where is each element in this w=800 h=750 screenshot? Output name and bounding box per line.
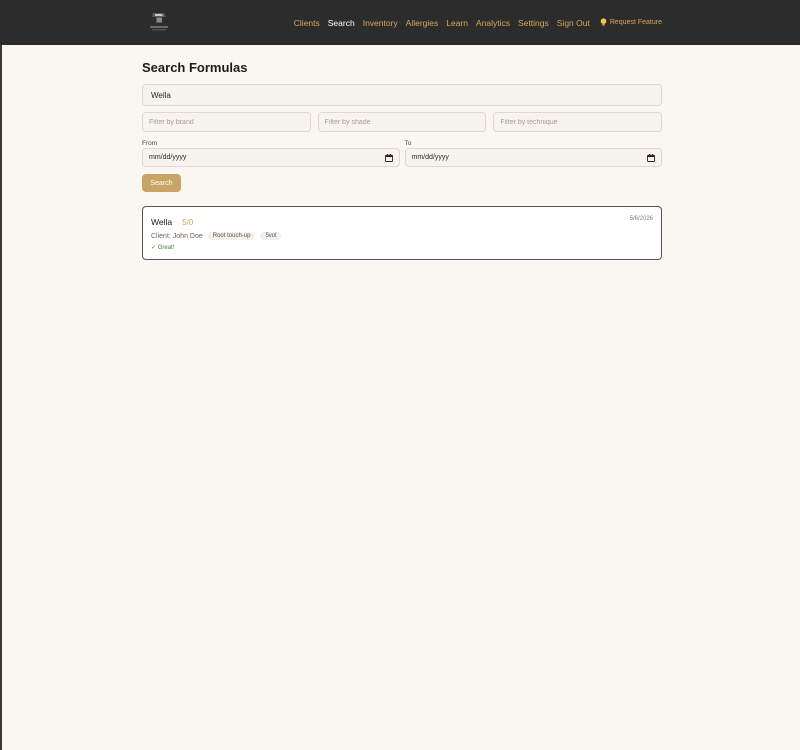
salon-logo[interactable] — [146, 9, 172, 33]
formula-result-card[interactable]: Wella 5/0 5/6/2026 Client: John Doe Root… — [142, 206, 662, 260]
to-date-value: mm/dd/yyyy — [411, 154, 449, 161]
filter-technique-input[interactable] — [493, 112, 663, 132]
to-date-group: To mm/dd/yyyy — [404, 140, 662, 167]
from-label: From — [142, 140, 158, 147]
window-edge — [0, 0, 2, 750]
result-details: Client: John Doe Root touch-up 5vol — [151, 232, 282, 240]
date-range: From mm/dd/yyyy To mm/dd/yyyy — [142, 140, 662, 167]
nav-settings[interactable]: Settings — [518, 18, 549, 28]
nav-sign-out[interactable]: Sign Out — [557, 18, 590, 28]
search-page: Search Formulas From mm/dd/yyyy To mm/dd… — [142, 60, 663, 260]
result-header: Wella 5/0 — [151, 217, 193, 227]
result-client: Client: John Doe — [151, 232, 203, 240]
request-feature-label: Request Feature — [609, 19, 662, 26]
search-input[interactable] — [142, 84, 662, 106]
result-tag-technique: Root touch-up — [207, 232, 256, 240]
nav-analytics[interactable]: Analytics — [476, 18, 510, 28]
main-nav: Clients Search Inventory Allergies Learn… — [294, 0, 662, 45]
result-tag-developer: 5vol — [260, 232, 282, 240]
from-date-input[interactable]: mm/dd/yyyy — [142, 148, 400, 167]
filter-row — [142, 112, 663, 132]
logo-icon — [146, 9, 172, 33]
result-shade: 5/0 — [182, 218, 194, 227]
nav-learn[interactable]: Learn — [446, 18, 468, 28]
nav-clients[interactable]: Clients — [294, 18, 320, 28]
request-feature-link[interactable]: Request Feature — [600, 18, 662, 27]
filter-brand-input[interactable] — [142, 112, 311, 132]
lightbulb-icon — [600, 18, 607, 27]
page-title: Search Formulas — [142, 60, 248, 75]
to-label: To — [404, 140, 412, 147]
result-brand: Wella — [151, 217, 173, 227]
calendar-icon[interactable] — [647, 153, 655, 162]
nav-inventory[interactable]: Inventory — [363, 18, 398, 28]
nav-allergies[interactable]: Allergies — [406, 18, 439, 28]
nav-search[interactable]: Search — [328, 18, 355, 28]
to-date-input[interactable]: mm/dd/yyyy — [404, 148, 662, 167]
result-date: 5/6/2026 — [629, 216, 653, 222]
search-button[interactable]: Search — [142, 174, 181, 192]
result-note: ✓ Great! — [151, 245, 175, 251]
from-date-value: mm/dd/yyyy — [149, 154, 187, 161]
navbar: Clients Search Inventory Allergies Learn… — [0, 0, 800, 45]
calendar-icon[interactable] — [384, 153, 393, 162]
filter-shade-input[interactable] — [317, 112, 487, 132]
from-date-group: From mm/dd/yyyy — [142, 140, 400, 167]
